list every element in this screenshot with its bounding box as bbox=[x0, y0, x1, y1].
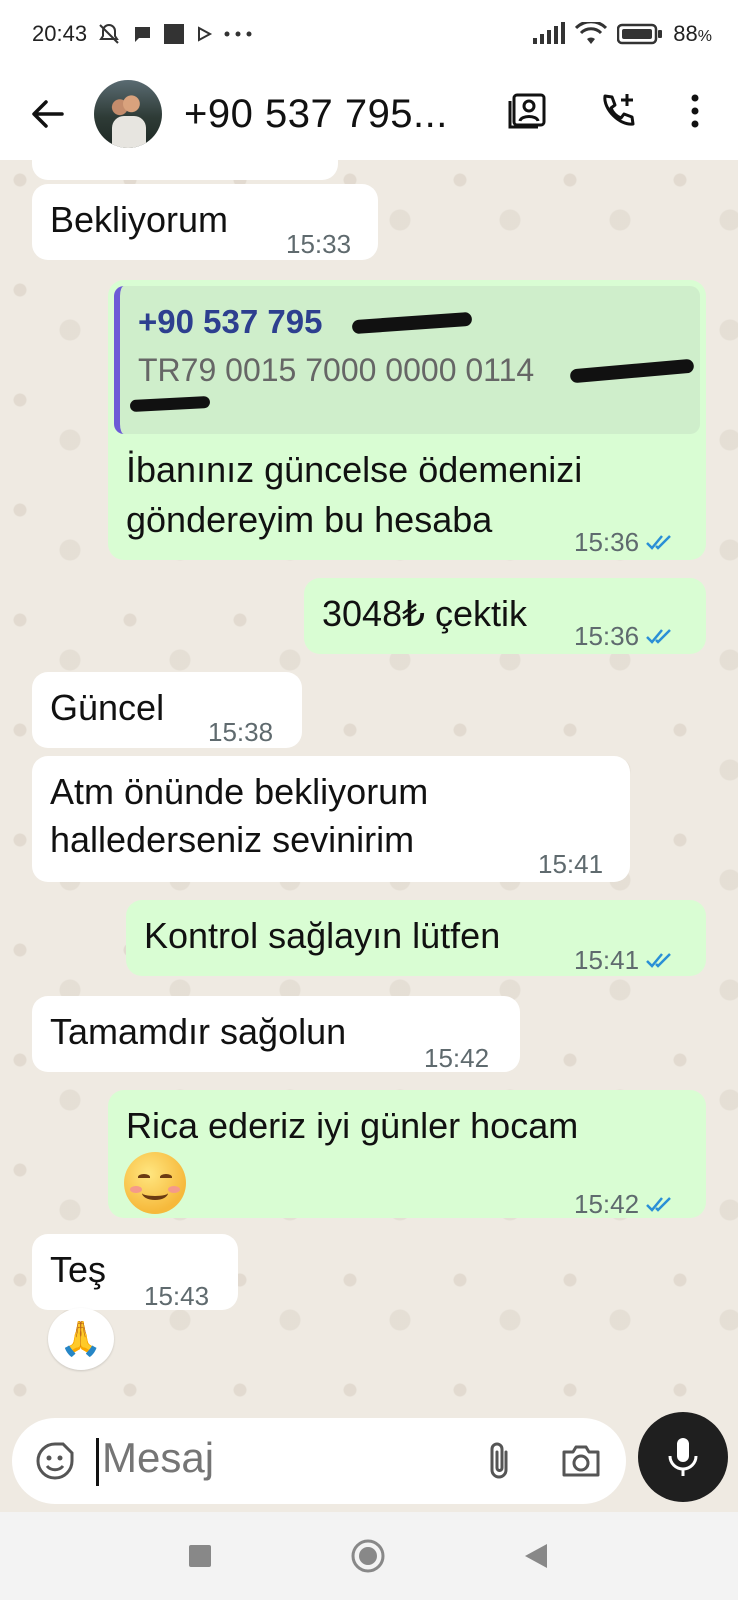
message-time: 15:41 bbox=[538, 849, 604, 879]
contact-avatar[interactable] bbox=[94, 80, 162, 148]
status-time: 20:43 bbox=[32, 21, 88, 46]
message-text: Teş bbox=[50, 1249, 107, 1290]
status-bar: 20:43 88% bbox=[0, 0, 738, 68]
wifi-icon bbox=[575, 22, 608, 46]
message-text-line2: hallederseniz sevinirim bbox=[50, 819, 415, 860]
message-bubble-incoming[interactable]: Tamamdır sağolun 15:42 bbox=[32, 996, 520, 1073]
attachment-icon[interactable] bbox=[476, 1438, 522, 1484]
message-text: Bekliyorum bbox=[50, 199, 229, 240]
chat-area[interactable]: Bekliyorum 15:33 +90 537 795 TR79 0015 7… bbox=[0, 160, 738, 1412]
redaction-scribble bbox=[351, 311, 473, 335]
add-call-icon[interactable] bbox=[592, 86, 642, 136]
camera-icon[interactable] bbox=[558, 1438, 604, 1484]
message-text: Güncel bbox=[50, 687, 165, 728]
message-input-bar bbox=[12, 1418, 626, 1504]
mute-notification-icon bbox=[97, 22, 121, 46]
battery-icon bbox=[617, 22, 663, 46]
message-time: 15:42 bbox=[424, 1043, 490, 1073]
back-arrow-icon[interactable] bbox=[22, 89, 72, 139]
system-navigation-bar bbox=[0, 1512, 738, 1600]
voice-message-button[interactable] bbox=[638, 1412, 728, 1502]
more-options-icon[interactable] bbox=[670, 86, 720, 136]
message-input[interactable] bbox=[102, 1434, 442, 1482]
message-time: 15:41 bbox=[574, 945, 640, 975]
more-notifications-icon bbox=[223, 29, 253, 39]
quoted-text: TR79 0015 7000 0000 0114 bbox=[138, 352, 535, 388]
double-check-icon bbox=[646, 535, 671, 550]
message-time: 15:43 bbox=[144, 1281, 210, 1311]
sticker-icon[interactable] bbox=[32, 1438, 78, 1484]
battery-percent: 88% bbox=[673, 21, 712, 46]
message-bubble-outgoing[interactable]: Kontrol sağlayın lütfen 15:41 bbox=[126, 900, 706, 976]
redaction-scribble bbox=[129, 395, 211, 413]
message-text-line1: Atm önünde bekliyorum bbox=[50, 771, 429, 812]
message-text-line1: Rica ederiz iyi günler hocam bbox=[126, 1105, 579, 1146]
message-text: 3048₺ çektik bbox=[322, 593, 528, 634]
smiling-face-emoji bbox=[124, 1152, 186, 1214]
message-time-wrap: 15:42 bbox=[574, 1180, 675, 1228]
double-check-icon bbox=[646, 1197, 671, 1212]
redaction-scribble bbox=[569, 358, 695, 384]
message-time: 15:36 bbox=[574, 621, 640, 651]
message-time: 15:38 bbox=[208, 717, 274, 747]
double-check-icon bbox=[646, 953, 671, 968]
message-bubble-incoming[interactable]: Atm önünde bekliyorum hallederseniz sevi… bbox=[32, 756, 630, 882]
microphone-icon bbox=[668, 1438, 698, 1476]
message-text-line2: göndereyim bu hesaba bbox=[126, 499, 493, 540]
play-notification-icon bbox=[195, 25, 213, 43]
back-button[interactable] bbox=[512, 1532, 560, 1580]
quoted-message[interactable]: +90 537 795 TR79 0015 7000 0000 0114 bbox=[114, 286, 700, 434]
message-time-wrap: 15:41 bbox=[574, 936, 675, 984]
message-text: Tamamdır sağolun bbox=[50, 1011, 347, 1052]
message-time-wrap: 15:36 bbox=[574, 518, 675, 566]
signal-icon bbox=[531, 22, 566, 46]
chat-header: +90 537 795... bbox=[0, 68, 738, 160]
text-cursor bbox=[96, 1438, 99, 1486]
message-bubble-outgoing[interactable]: Rica ederiz iyi günler hocam 15:42 bbox=[108, 1090, 706, 1219]
contact-card-icon[interactable] bbox=[502, 86, 552, 136]
partial-message-bubble bbox=[32, 160, 338, 180]
home-button[interactable] bbox=[344, 1532, 392, 1580]
message-bubble-outgoing[interactable]: 3048₺ çektik 15:36 bbox=[304, 578, 706, 654]
chat-notification-icon bbox=[131, 23, 153, 45]
message-text-line1: İbanınız güncelse ödemenizi bbox=[126, 449, 583, 490]
contact-name[interactable]: +90 537 795... bbox=[184, 92, 448, 137]
recent-apps-button[interactable] bbox=[176, 1532, 224, 1580]
message-time-wrap: 15:36 bbox=[574, 612, 675, 660]
message-bubble-outgoing[interactable]: +90 537 795 TR79 0015 7000 0000 0114 İba… bbox=[108, 280, 706, 560]
message-bubble-incoming[interactable]: Güncel 15:38 bbox=[32, 672, 302, 748]
message-bubble-incoming[interactable]: Bekliyorum 15:33 bbox=[32, 184, 378, 260]
message-time: 15:33 bbox=[286, 229, 352, 259]
message-text: Kontrol sağlayın lütfen bbox=[144, 915, 501, 956]
quoted-sender: +90 537 795 bbox=[138, 303, 323, 340]
message-time: 15:36 bbox=[574, 527, 640, 557]
folded-hands-emoji: 🙏 bbox=[59, 1320, 103, 1358]
app-notification-icon bbox=[163, 23, 185, 45]
message-reaction[interactable]: 🙏 bbox=[48, 1308, 114, 1370]
message-time: 15:42 bbox=[574, 1189, 640, 1219]
double-check-icon bbox=[646, 629, 671, 644]
message-bubble-incoming[interactable]: Teş 15:43 bbox=[32, 1234, 238, 1311]
